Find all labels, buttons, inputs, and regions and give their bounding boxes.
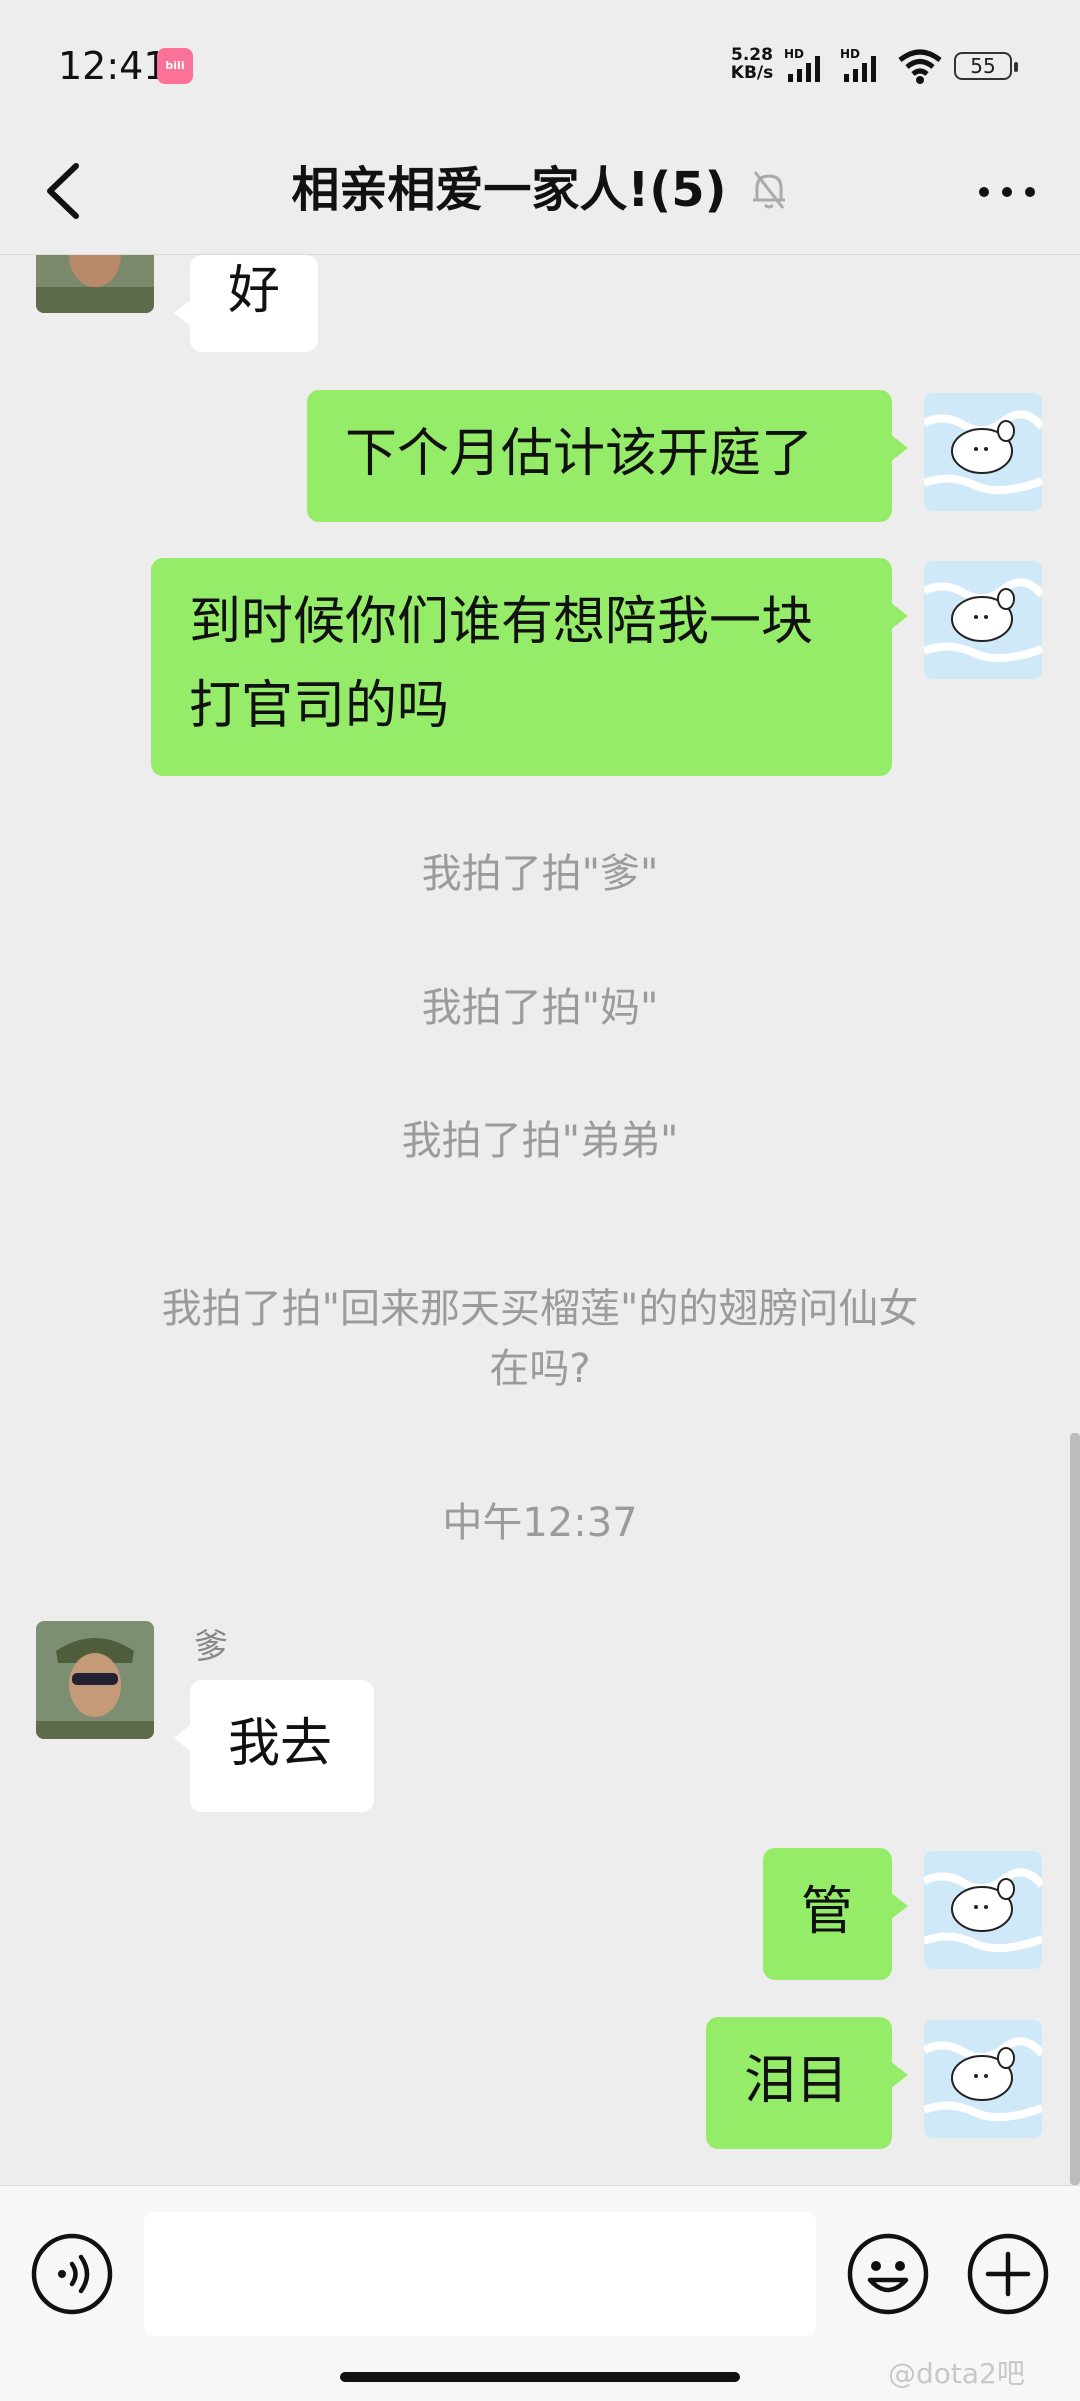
avatar-self[interactable] — [924, 2020, 1042, 2138]
wifi-icon — [898, 49, 942, 84]
cell-signal-icon: HD — [784, 48, 820, 82]
message-text: 管 — [801, 1882, 854, 1942]
system-message-line: 我拍了拍"回来那天买榴莲"的的翅膀问仙女 — [161, 1286, 919, 1332]
message-bubble-other[interactable]: 我去 — [174, 1680, 374, 1812]
status-bar: 12:41 bili 5.28 KB/s HD HD 55 — [0, 0, 1080, 130]
message-text-line: 到时候你们谁有想陪我一块 — [189, 592, 814, 652]
emoji-icon[interactable] — [846, 2232, 930, 2316]
battery-indicator: 55 — [954, 52, 1018, 80]
sender-name: 爹 — [194, 1627, 228, 1667]
message-text: 下个月估计该开庭了 — [345, 424, 814, 484]
status-time: 12:41 — [58, 44, 168, 88]
message-text: 我去 — [228, 1714, 333, 1774]
avatar-father[interactable] — [36, 1621, 154, 1739]
network-speed: 5.28 KB/s — [728, 46, 776, 82]
watermark: @dota2吧 — [888, 2357, 1025, 2390]
message-text-line: 打官司的吗 — [189, 676, 450, 736]
message-bubble-me[interactable]: 管 — [763, 1848, 908, 1980]
message-text: 好 — [228, 261, 281, 321]
svg-text:HD: HD — [784, 48, 804, 61]
cell-signal-2-icon: HD — [840, 48, 876, 82]
message-list[interactable]: 好 下个月估计该开庭了 到时候你们谁有想陪我一块 打官司的吗 我拍了拍"爹" 我… — [0, 255, 1080, 2185]
message-input[interactable] — [144, 2212, 816, 2336]
network-speed-value: 5.28 — [731, 45, 773, 65]
avatar-father[interactable] — [36, 255, 154, 313]
plus-icon[interactable] — [966, 2232, 1050, 2316]
avatar-self[interactable] — [924, 393, 1042, 511]
system-message-multiline: 我拍了拍"回来那天买榴莲"的的翅膀问仙女 在吗? — [80, 1279, 1000, 1399]
scrollbar-thumb[interactable] — [1070, 1433, 1080, 2185]
timestamp: 中午12:37 — [442, 1500, 638, 1546]
message-text: 泪目 — [744, 2051, 849, 2111]
more-dots-icon[interactable] — [974, 170, 1040, 214]
bilibili-app-icon: bili — [157, 48, 193, 84]
voice-icon[interactable] — [30, 2232, 114, 2316]
network-speed-unit: KB/s — [730, 63, 774, 83]
bell-off-icon — [752, 171, 785, 209]
system-message: 我拍了拍"爹" — [421, 851, 659, 897]
svg-text:HD: HD — [840, 48, 860, 61]
system-message: 我拍了拍"妈" — [421, 985, 659, 1031]
chat-title-area: 相亲相爱一家人!(5) — [0, 148, 1080, 232]
system-message: 我拍了拍"弟弟" — [401, 1118, 679, 1164]
message-bubble-me[interactable]: 到时候你们谁有想陪我一块 打官司的吗 — [151, 558, 908, 776]
message-bubble-me[interactable]: 下个月估计该开庭了 — [307, 390, 908, 522]
message-bubble-other[interactable]: 好 — [173, 255, 319, 352]
message-bubble-me[interactable]: 泪目 — [706, 2017, 908, 2149]
chat-header: 相亲相爱一家人!(5) — [0, 130, 1080, 255]
system-message-line: 在吗? — [489, 1346, 591, 1392]
avatar-self[interactable] — [924, 1851, 1042, 1969]
home-indicator[interactable] — [340, 2372, 740, 2382]
avatar-self[interactable] — [924, 561, 1042, 679]
chat-title: 相亲相爱一家人!(5) — [291, 162, 727, 218]
